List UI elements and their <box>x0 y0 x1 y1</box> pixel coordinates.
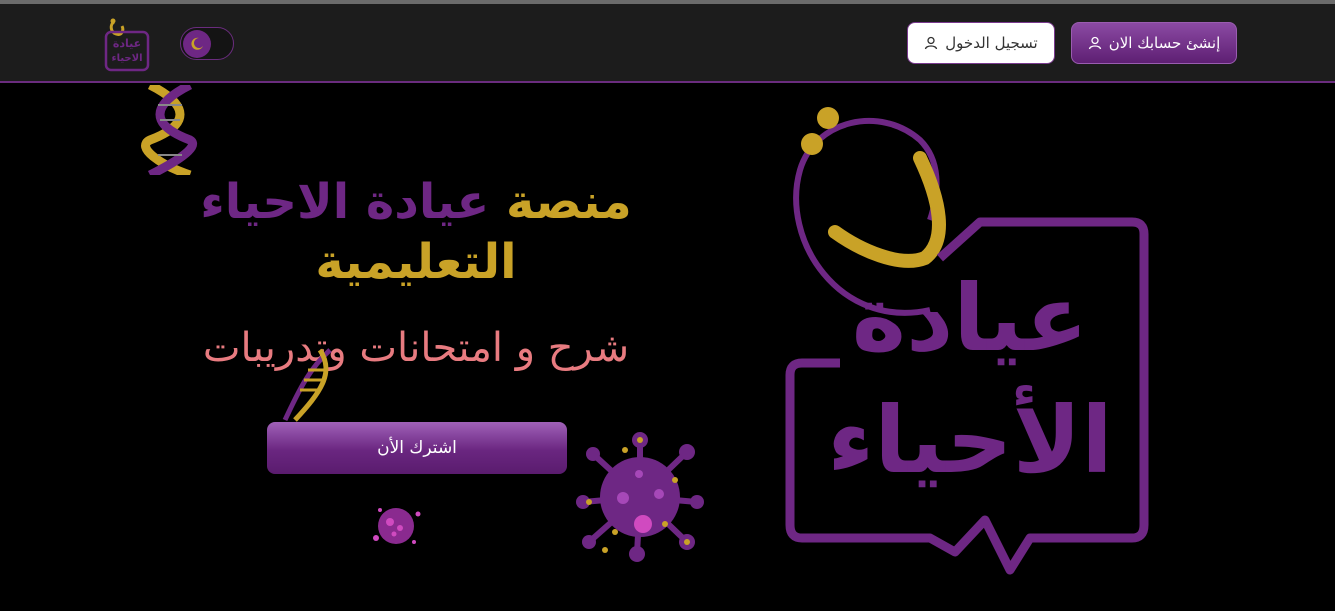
virus-large-icon <box>576 432 704 562</box>
logo-text-line2: الاحياء <box>111 53 142 64</box>
dna-helix-icon <box>141 85 197 175</box>
subscribe-button[interactable]: اشترك الأن <box>267 422 567 474</box>
hero-subtitle: شرح و امتحانات وتدريبات <box>202 325 630 371</box>
stethoscope-earpiece-icon <box>817 107 839 129</box>
hero-title-name: عيادة الاحياء <box>200 174 490 230</box>
site-logo[interactable]: عيادة الاحياء <box>100 16 154 74</box>
create-account-label: إنشئ حسابك الان <box>1108 34 1221 52</box>
brand-logo-line1: عيادة <box>852 265 1088 372</box>
user-icon <box>925 36 938 50</box>
login-button[interactable]: تسجيل الدخول <box>907 22 1055 64</box>
hero-title: منصة عيادة الاحياء التعليمية <box>160 172 672 292</box>
hero-title-educational: التعليمية <box>315 234 517 290</box>
moon-icon <box>183 30 211 58</box>
dna-strand-icon <box>282 348 332 422</box>
brand-logo: عيادة الأحياء <box>785 107 1149 575</box>
virus-small-icon <box>373 508 421 544</box>
user-icon <box>1088 36 1101 50</box>
hero-title-platform: منصة <box>506 174 632 230</box>
logo-text-line1: عيادة <box>113 37 141 50</box>
login-label: تسجيل الدخول <box>945 34 1038 52</box>
theme-toggle[interactable] <box>180 27 234 60</box>
navbar: عيادة الاحياء تسجيل الدخول إنشئ حسابك ال… <box>0 4 1335 83</box>
create-account-button[interactable]: إنشئ حسابك الان <box>1071 22 1237 64</box>
brand-logo-line2: الأحياء <box>827 385 1112 494</box>
